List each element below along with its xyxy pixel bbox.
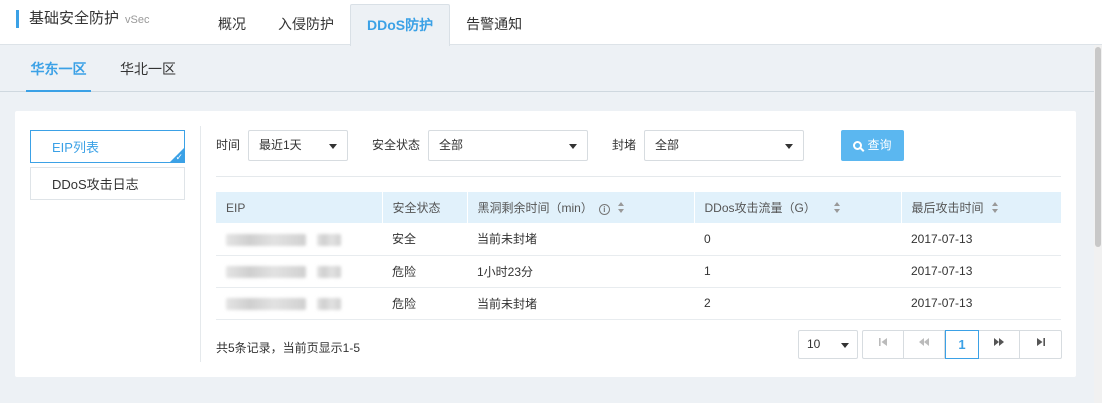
blackhole-cell: 当前未封堵 (467, 287, 694, 320)
page-scrollbar[interactable] (1094, 45, 1102, 403)
table-header-row: EIP 安全状态 黑洞剩余时间（min） i DDos攻击流量（G） 最后攻击时间 (216, 192, 1062, 223)
tab-ddos-protection[interactable]: DDoS防护 (350, 4, 451, 46)
last-page-icon (1036, 338, 1045, 346)
redacted-eip (317, 297, 342, 310)
info-icon[interactable]: i (598, 204, 610, 215)
horizontal-divider (216, 176, 1061, 177)
blackhole-cell: 当前未封堵 (467, 223, 694, 256)
table-row: 危险 当前未封堵 2 2017-07-13 (216, 287, 1061, 320)
tab-intrusion-protection[interactable]: 入侵防护 (262, 4, 350, 45)
sort-icon[interactable] (617, 202, 625, 213)
status-cell: 危险 (382, 287, 467, 320)
region-tabs: 华东一区 华北一区 (0, 46, 1102, 92)
record-summary: 共5条记录，当前页显示1-5 (216, 341, 361, 355)
time-filter-select[interactable]: 最近1天 (248, 130, 348, 161)
block-filter-value: 全部 (655, 138, 680, 152)
double-chevron-left-icon (919, 338, 929, 346)
traffic-cell: 1 (694, 255, 901, 288)
caret-down-icon (569, 144, 577, 149)
last-attack-cell: 2017-07-13 (901, 287, 1061, 320)
eip-table: EIP 安全状态 黑洞剩余时间（min） i DDos攻击流量（G） 最后攻击时间… (216, 192, 1062, 320)
eip-cell (216, 255, 382, 288)
scrollbar-thumb[interactable] (1095, 47, 1101, 247)
product-title: 基础安全防护 (29, 10, 120, 27)
security-status-label: 安全状态 (372, 138, 421, 152)
main-tabs: 概况 入侵防护 DDoS防护 告警通知 (202, 4, 538, 46)
blackhole-cell: 1小时23分 (467, 255, 694, 288)
sort-icon[interactable] (833, 202, 841, 213)
block-filter-select[interactable]: 全部 (644, 130, 804, 161)
security-status-select[interactable]: 全部 (428, 130, 588, 161)
column-header-label: DDos攻击流量（G） (704, 201, 816, 215)
traffic-cell: 2 (694, 287, 901, 320)
last-page-button[interactable] (1020, 331, 1061, 358)
nav-item-eip-list[interactable]: EIP列表 ✓ (30, 130, 185, 163)
caret-down-icon (329, 144, 337, 149)
status-cell: 危险 (382, 255, 467, 288)
redacted-eip (317, 233, 342, 246)
caret-down-icon (785, 144, 793, 149)
nav-item-ddos-attack-log[interactable]: DDoS攻击日志 (30, 167, 185, 200)
time-filter-label: 时间 (216, 138, 241, 152)
traffic-cell: 0 (694, 223, 901, 256)
table-row: 安全 当前未封堵 0 2017-07-13 (216, 223, 1061, 256)
search-icon (853, 141, 863, 150)
eip-cell (216, 287, 382, 320)
next-page-button[interactable] (979, 331, 1020, 358)
tab-region-east-1[interactable]: 华东一区 (26, 46, 91, 92)
tab-region-north-1[interactable]: 华北一区 (120, 46, 176, 92)
first-page-icon (879, 338, 887, 346)
sort-icon[interactable] (991, 202, 999, 213)
redacted-eip (226, 233, 306, 246)
content-card: EIP列表 ✓ DDoS攻击日志 时间 最近1天 安全状态 全部 封堵 全部 查… (15, 111, 1076, 377)
top-header: 基础安全防护 vSec 概况 入侵防护 DDoS防护 告警通知 (0, 0, 1102, 46)
nav-item-label: EIP列表 (52, 140, 99, 155)
product-brand: 基础安全防护 vSec (16, 10, 149, 28)
tab-overview[interactable]: 概况 (202, 4, 262, 45)
page-size-select[interactable]: 10 (798, 330, 858, 359)
caret-down-icon (841, 343, 849, 348)
last-attack-cell: 2017-07-13 (901, 223, 1061, 256)
status-cell: 安全 (382, 223, 467, 256)
column-header-label: 安全状态 (392, 201, 441, 215)
column-header-label: 黑洞剩余时间（min） (477, 201, 593, 215)
query-button[interactable]: 查询 (841, 130, 904, 161)
column-header-security-status: 安全状态 (382, 192, 468, 223)
nav-item-label: DDoS攻击日志 (52, 177, 139, 192)
double-chevron-right-icon (994, 338, 1004, 346)
tab-alert-notification[interactable]: 告警通知 (450, 4, 538, 45)
column-header-label: 最后攻击时间 (911, 201, 984, 215)
column-header-last-attack-time: 最后攻击时间 (901, 192, 1062, 223)
block-filter-label: 封堵 (612, 138, 637, 152)
first-page-button[interactable] (863, 331, 904, 358)
redacted-eip (226, 265, 306, 278)
column-header-attack-traffic: DDos攻击流量（G） (694, 192, 902, 223)
column-header-blackhole-remaining: 黑洞剩余时间（min） i (467, 192, 695, 223)
filter-bar: 时间 最近1天 安全状态 全部 封堵 全部 查询 (216, 130, 1062, 161)
eip-cell (216, 223, 382, 256)
checkmark-icon: ✓ (175, 152, 183, 162)
redacted-eip (226, 297, 306, 310)
pagination: 1 (862, 330, 1062, 359)
table-row: 危险 1小时23分 1 2017-07-13 (216, 255, 1061, 288)
prev-page-button[interactable] (904, 331, 945, 358)
left-nav: EIP列表 ✓ DDoS攻击日志 (30, 130, 185, 204)
column-header-label: EIP (226, 200, 246, 215)
column-header-eip: EIP (216, 192, 383, 223)
page-number-current[interactable]: 1 (945, 330, 979, 359)
security-status-value: 全部 (439, 138, 464, 152)
page-size-value: 10 (807, 337, 821, 351)
redacted-eip (317, 265, 342, 278)
query-button-label: 查询 (867, 138, 892, 152)
last-attack-cell: 2017-07-13 (901, 255, 1061, 288)
vertical-divider (200, 126, 201, 362)
product-subtitle: vSec (125, 14, 150, 26)
time-filter-value: 最近1天 (259, 138, 302, 152)
